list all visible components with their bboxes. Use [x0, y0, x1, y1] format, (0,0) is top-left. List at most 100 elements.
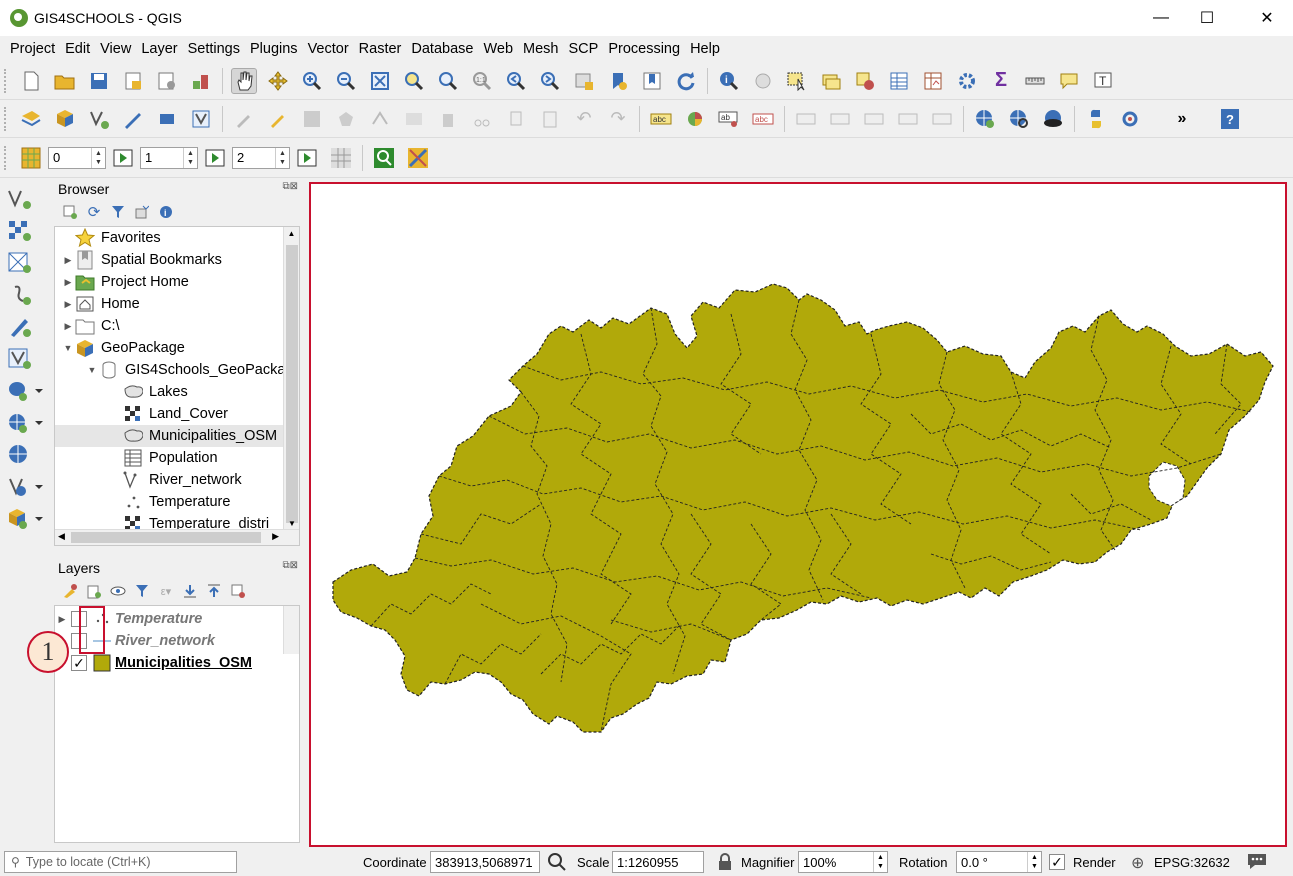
delete-selected-icon[interactable]	[435, 106, 461, 132]
deselect-features-icon[interactable]	[852, 68, 878, 94]
add-wms-icon[interactable]	[6, 410, 46, 436]
browser-item[interactable]: Favorites	[55, 227, 299, 249]
browser-item[interactable]: Municipalities_OSM	[55, 425, 299, 447]
browser-item[interactable]: ▼ GeoPackage	[55, 337, 299, 359]
info-icon[interactable]: i	[157, 203, 175, 221]
toolbar-overflow-icon[interactable]: »	[1169, 106, 1195, 132]
scp-zoom-icon[interactable]	[371, 145, 397, 171]
layers-vertical-scrollbar[interactable]	[283, 606, 299, 654]
lock-scale-icon[interactable]	[712, 849, 738, 875]
raster-band-grid-icon[interactable]	[328, 145, 354, 171]
redo-icon[interactable]: ↷	[605, 106, 631, 132]
refresh-icon[interactable]	[673, 68, 699, 94]
scroll-up-icon[interactable]: ▲	[284, 227, 299, 241]
zoom-next-icon[interactable]	[537, 68, 563, 94]
select-features-icon[interactable]	[784, 68, 810, 94]
menu-help[interactable]: Help	[685, 41, 725, 57]
browser-item[interactable]: Lakes	[55, 381, 299, 403]
plugin-settings-icon[interactable]	[1117, 106, 1143, 132]
menu-raster[interactable]: Raster	[354, 41, 407, 57]
add-wfs-icon[interactable]	[6, 474, 46, 500]
menu-scp[interactable]: SCP	[564, 41, 604, 57]
expand-arrow-icon[interactable]: ▶	[61, 299, 75, 310]
current-edits-icon[interactable]	[231, 106, 257, 132]
menu-web[interactable]: Web	[478, 41, 518, 57]
style-manager-icon[interactable]	[188, 68, 214, 94]
gps-icon[interactable]	[154, 106, 180, 132]
expand-arrow-icon[interactable]: ▶	[61, 321, 75, 332]
filter-by-expression-icon[interactable]: ε▾	[157, 582, 175, 600]
browser-item[interactable]: ▶ C:\	[55, 315, 299, 337]
manage-visibility-icon[interactable]	[109, 582, 127, 600]
zoom-native-icon[interactable]: 1:1	[469, 68, 495, 94]
minimize-button[interactable]: —	[1138, 0, 1184, 36]
expand-arrow-icon[interactable]: ▶	[61, 255, 75, 266]
band-go-2-icon[interactable]	[202, 145, 228, 171]
layer-visibility-checkbox[interactable]: ✓	[71, 655, 87, 671]
digitize-icon[interactable]	[120, 106, 146, 132]
menu-mesh[interactable]: Mesh	[518, 41, 563, 57]
add-vector-layer-icon[interactable]	[6, 186, 34, 212]
paste-features-icon[interactable]	[537, 106, 563, 132]
attribute-select-icon[interactable]	[818, 68, 844, 94]
measure-line-icon[interactable]	[1022, 68, 1048, 94]
browser-item[interactable]: ▼ GIS4Schools_GeoPacka	[55, 359, 299, 381]
band-spin-2[interactable]: 1 ▲ ▼	[140, 146, 198, 169]
crs-globe-icon[interactable]: ⊕	[1131, 853, 1144, 873]
locator-search-input[interactable]: ⚲ Type to locate (Ctrl+K)	[4, 851, 237, 873]
layer-diagram-icon[interactable]	[682, 106, 708, 132]
menu-plugins[interactable]: Plugins	[245, 41, 303, 57]
add-mesh-layer-icon[interactable]	[6, 250, 34, 276]
remove-layer-icon[interactable]	[229, 582, 247, 600]
browser-item[interactable]: Land_Cover	[55, 403, 299, 425]
toggle-editing-icon[interactable]	[265, 106, 291, 132]
browser-item[interactable]: ▶ Home	[55, 293, 299, 315]
undo-icon[interactable]: ↶	[571, 106, 597, 132]
cut-features-icon[interactable]	[469, 106, 495, 132]
move-label-icon[interactable]	[827, 106, 853, 132]
identify-features-icon[interactable]: i	[716, 68, 742, 94]
attribute-table-icon[interactable]	[886, 68, 912, 94]
add-delimited-text-icon[interactable]	[6, 282, 34, 308]
add-group-icon[interactable]	[85, 582, 103, 600]
crs-label[interactable]: EPSG:32632	[1154, 855, 1230, 870]
python-console-icon[interactable]	[1083, 106, 1109, 132]
messages-icon[interactable]	[1246, 851, 1268, 874]
layer-item-municipalities-osm[interactable]: ✓ Municipalities_OSM	[55, 652, 299, 674]
menu-vector[interactable]: Vector	[303, 41, 354, 57]
render-checkbox[interactable]: ✓	[1049, 854, 1065, 870]
field-calculator-icon[interactable]	[920, 68, 946, 94]
zoom-out-icon[interactable]	[333, 68, 359, 94]
layout-manager-icon[interactable]	[154, 68, 180, 94]
new-map-view-icon[interactable]	[571, 68, 597, 94]
add-raster-layer-icon[interactable]	[6, 218, 34, 244]
magnifier-field[interactable]: 100% ▲ ▼	[798, 851, 888, 873]
show-hide-labels-icon[interactable]	[793, 106, 819, 132]
new-geopackage-layer-icon[interactable]	[6, 506, 46, 532]
highlight-pinned-labels-icon[interactable]: ab	[716, 106, 742, 132]
add-selected-layers-icon[interactable]	[61, 203, 79, 221]
menu-project[interactable]: Project	[0, 41, 60, 57]
map-canvas[interactable]	[309, 182, 1287, 847]
map-tips-icon[interactable]	[1056, 68, 1082, 94]
add-vector-style-icon[interactable]	[188, 106, 214, 132]
save-edits-icon[interactable]	[299, 106, 325, 132]
add-feature-icon[interactable]	[333, 106, 359, 132]
actions-icon[interactable]	[750, 68, 776, 94]
coordinate-field[interactable]: 383913,5068971	[430, 851, 540, 873]
expand-arrow-icon[interactable]: ▼	[61, 343, 75, 353]
expand-arrow-icon[interactable]: ▶	[55, 614, 69, 625]
browser-horizontal-scrollbar[interactable]: ◀ ▶	[55, 529, 299, 545]
scroll-left-icon[interactable]: ◀	[58, 531, 65, 542]
band-spin-3[interactable]: 2 ▲ ▼	[232, 146, 290, 169]
browser-vertical-scrollbar[interactable]: ▲ ▼	[283, 227, 299, 531]
band-go-1-icon[interactable]	[110, 145, 136, 171]
close-button[interactable]: ✕	[1244, 0, 1290, 36]
rotation-field[interactable]: 0.0 ° ▲ ▼	[956, 851, 1042, 873]
open-project-icon[interactable]	[52, 68, 78, 94]
raster-calculator-icon[interactable]	[18, 145, 44, 171]
maximize-button[interactable]: ☐	[1184, 0, 1230, 36]
toolbar-grip[interactable]	[4, 106, 8, 131]
add-virtual-layer-icon[interactable]	[6, 346, 34, 372]
expand-arrow-icon[interactable]: ▼	[85, 365, 99, 375]
